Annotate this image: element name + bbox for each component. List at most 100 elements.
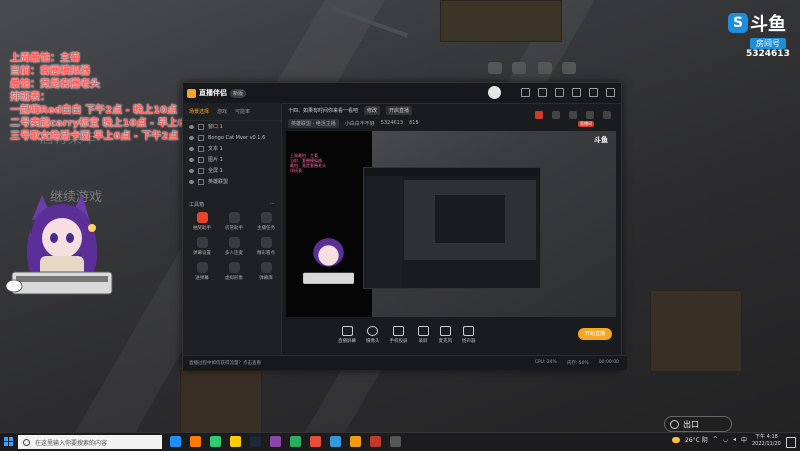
- tab-game[interactable]: 游戏: [217, 108, 227, 115]
- ime-indicator[interactable]: 中: [741, 435, 747, 444]
- camera-button[interactable]: 摄像头: [366, 326, 380, 344]
- eye-icon[interactable]: [189, 146, 194, 151]
- source-item[interactable]: 图片 1: [183, 154, 281, 165]
- start-stream-button[interactable]: 开始直播: [578, 328, 612, 340]
- shield-icon[interactable]: [569, 111, 577, 119]
- category-tag[interactable]: 英雄联盟 · 绝活主播: [288, 118, 339, 128]
- game-exit-button[interactable]: 出口: [664, 416, 732, 432]
- taskbar-app-icon[interactable]: [250, 436, 261, 447]
- taskbar-app-icon[interactable]: [350, 436, 361, 447]
- hud-icon[interactable]: [512, 62, 526, 74]
- admin-icon: [228, 212, 240, 223]
- close-icon[interactable]: [606, 88, 615, 97]
- hud-icon[interactable]: [488, 62, 502, 74]
- bell-icon[interactable]: [586, 111, 594, 119]
- microphone-button[interactable]: 麦克风: [439, 326, 452, 344]
- douyu-room-badge: S 斗鱼 房间号 5324613: [728, 10, 796, 60]
- category-button[interactable]: 开启直播: [386, 105, 413, 115]
- taskbar-app-icon[interactable]: [210, 436, 221, 447]
- record-button[interactable]: 录屏: [417, 326, 429, 344]
- taskbar-app-icon[interactable]: [310, 436, 321, 447]
- volume-icon[interactable]: ◂: [733, 436, 736, 443]
- room-number: 5324613: [746, 49, 790, 59]
- share-icon[interactable]: [603, 111, 611, 119]
- mail-icon[interactable]: [538, 88, 547, 97]
- douyu-brand: 斗鱼: [750, 14, 786, 35]
- windows-start-icon[interactable]: [4, 437, 14, 447]
- weather-icon[interactable]: [672, 436, 680, 443]
- tool-highlights[interactable]: 精彩看点: [251, 237, 281, 256]
- preview-avatar: [303, 238, 354, 284]
- source-item[interactable]: 窗口 1: [183, 121, 281, 132]
- toolbox-header: 工具箱 ⋯: [189, 201, 281, 208]
- overlay-line: 一起嗨Red白白 下午2点 - 晚上10点: [10, 105, 178, 116]
- eye-icon[interactable]: [189, 135, 194, 140]
- taskbar-app-icon[interactable]: [390, 436, 401, 447]
- left-tabs: 场景选择 游戏 可能率: [183, 103, 281, 121]
- stream-title[interactable]: 十四、如果有时间你来看一看吧: [288, 107, 358, 114]
- eye-icon[interactable]: [189, 157, 194, 162]
- taskbar-app-icon[interactable]: [370, 436, 381, 447]
- taskbar-app-icon[interactable]: [330, 436, 341, 447]
- monitor-icon: [341, 326, 353, 336]
- taskbar-clock[interactable]: 下午 4:18 2022/11/20: [752, 434, 781, 448]
- source-item[interactable]: 全屏 1: [183, 165, 281, 176]
- phone-icon: [393, 326, 404, 336]
- eye-icon[interactable]: [189, 124, 194, 129]
- tool-danmaku-library[interactable]: 弹幕库: [251, 262, 281, 281]
- tool-danmaku-settings[interactable]: 弹幕设置: [187, 237, 217, 256]
- live-companion-window[interactable]: 直播伴侣 新版 场景选择 游戏 可能率 窗口 1 Bongo Cat Mver …: [182, 82, 627, 370]
- tool-multi-mic[interactable]: 多人连麦: [219, 237, 249, 256]
- settings-icon[interactable]: [521, 88, 530, 97]
- taskbar-app-icon[interactable]: [270, 436, 281, 447]
- maximize-icon[interactable]: [589, 88, 598, 97]
- camera-icon: [367, 326, 379, 336]
- notification-icon[interactable]: [786, 437, 796, 448]
- app-titlebar[interactable]: 直播伴侣 新版: [183, 83, 621, 104]
- source-item[interactable]: Bongo Cat Mver v0.1.6: [183, 132, 281, 143]
- traffic-tip-link[interactable]: 直播过程中如何获得流量？点击查看: [189, 360, 261, 366]
- screen-capture-button[interactable]: 直播屏幕: [338, 326, 356, 344]
- chevron-up-icon[interactable]: ^: [713, 436, 718, 443]
- tool-avatar[interactable]: 虚拟形象: [219, 262, 249, 281]
- source-item[interactable]: 英雄联盟: [183, 176, 281, 187]
- more-icon[interactable]: ⋯: [270, 201, 275, 208]
- speaker-button[interactable]: 扬声器: [462, 326, 476, 344]
- user-avatar[interactable]: [488, 86, 501, 99]
- tab-scenes[interactable]: 场景选择: [189, 108, 209, 115]
- eye-icon[interactable]: [189, 168, 194, 173]
- weather-text[interactable]: 26°C 阴: [685, 435, 708, 444]
- scene-source-panel: 场景选择 游戏 可能率 窗口 1 Bongo Cat Mver v0.1.6 文…: [183, 103, 282, 369]
- gift-icon[interactable]: [535, 111, 543, 119]
- tool-tasks[interactable]: 主播任务: [251, 212, 281, 231]
- taskbar-app-icon[interactable]: [230, 436, 241, 447]
- hud-icon[interactable]: [538, 62, 552, 74]
- taskbar-app-icon[interactable]: [190, 436, 201, 447]
- phone-cast-button[interactable]: 手机投屏: [390, 326, 408, 344]
- tool-send-danmaku[interactable]: 送弹幕: [187, 262, 217, 281]
- eye-icon[interactable]: [189, 179, 194, 184]
- taskbar-app-icon[interactable]: [290, 436, 301, 447]
- minimize-icon[interactable]: [572, 88, 581, 97]
- app-version-badge[interactable]: 新版: [230, 88, 247, 98]
- lock-icon[interactable]: [552, 111, 560, 119]
- cpu-usage: CPU: 24%: [534, 360, 557, 365]
- app-logo: 直播伴侣 新版: [187, 88, 247, 98]
- source-item[interactable]: 文本 1: [183, 143, 281, 154]
- menu-icon[interactable]: [555, 88, 564, 97]
- taskbar-search-input[interactable]: 在这里输入你要搜索的内容: [18, 435, 162, 449]
- taskbar-app-icon[interactable]: [170, 436, 181, 447]
- tool-room-admin[interactable]: 房管助手: [219, 212, 249, 231]
- tab-other[interactable]: 可能率: [235, 108, 250, 115]
- nested-app-preview: [363, 167, 541, 289]
- tool-lottery[interactable]: 抽奖助手: [187, 212, 217, 231]
- screen-icon: [198, 167, 204, 174]
- exit-icon: [670, 419, 679, 429]
- hud-icon[interactable]: [562, 62, 576, 74]
- edit-title-button[interactable]: 修改: [364, 105, 381, 115]
- network-icon[interactable]: ◡: [723, 436, 728, 443]
- stream-preview[interactable]: 上周最怕：主菊 当前：套圈模拟器 最怕：竟是套圈老头 排班表： 斗鱼: [286, 131, 616, 317]
- task-icon: [260, 212, 272, 223]
- source-label: 全屏 1: [208, 168, 223, 174]
- speaker-icon: [463, 326, 475, 336]
